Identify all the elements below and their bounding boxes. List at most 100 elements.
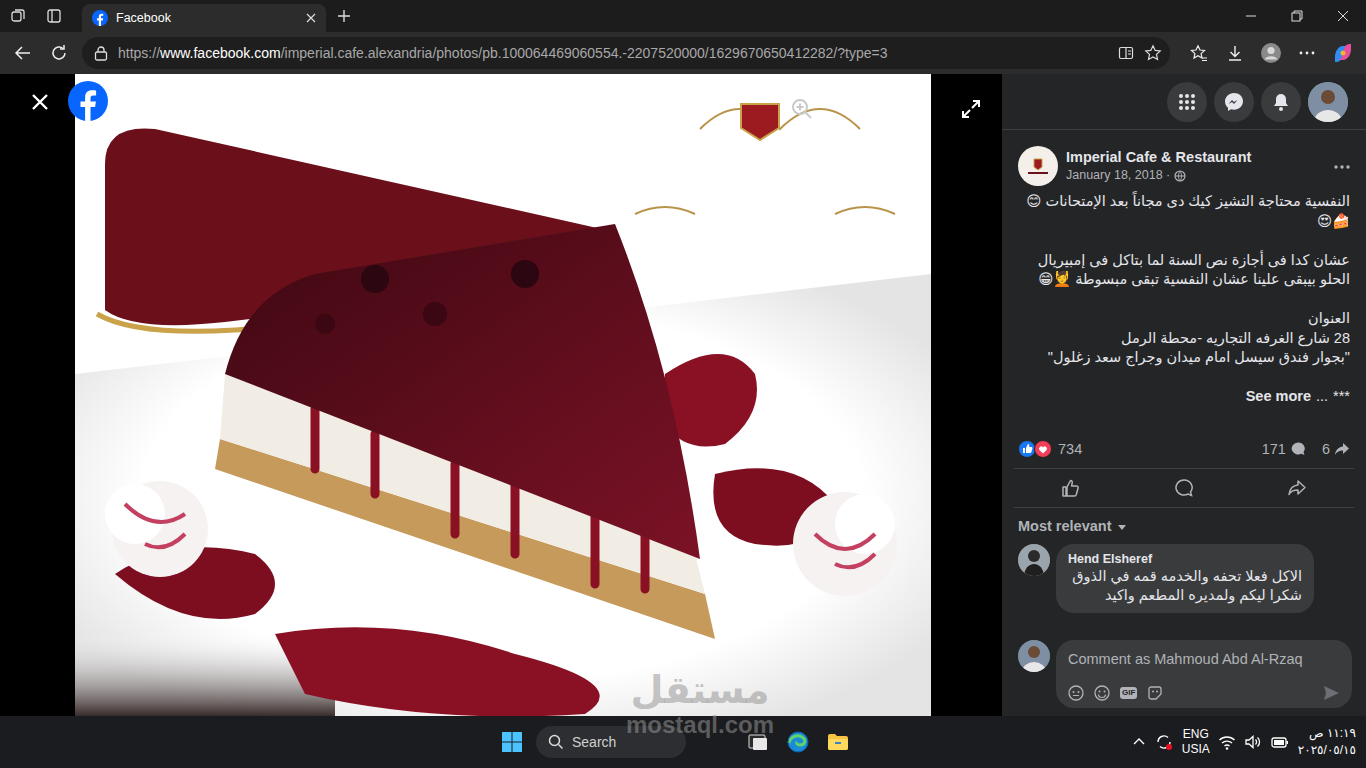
share-count: 6	[1322, 439, 1330, 461]
gif-button[interactable]: GIF	[1120, 687, 1137, 699]
minimize-icon[interactable]	[1228, 0, 1274, 32]
file-explorer-icon[interactable]	[818, 722, 858, 762]
post-header: Imperial Cafe & Restaurant January 18, 2…	[1002, 130, 1366, 192]
copilot-icon[interactable]	[1326, 37, 1360, 69]
input-language[interactable]: ENG USIA	[1182, 727, 1210, 757]
post-photo[interactable]	[75, 74, 931, 716]
post-options-icon[interactable]	[1332, 154, 1352, 178]
wifi-icon[interactable]	[1218, 733, 1236, 751]
comment-count: 171	[1262, 439, 1286, 461]
facebook-logo-icon[interactable]	[68, 81, 108, 121]
clock[interactable]: ١١:١٩ ص ٢٠٢٥/٠٥/١٥	[1298, 725, 1356, 759]
comments-count[interactable]: 171	[1262, 439, 1306, 461]
comment-text: الاكل فعلا تحفه والخدمه قمه في الذوق شكر…	[1068, 567, 1302, 605]
shares-count[interactable]: 6	[1322, 439, 1350, 461]
facebook-favicon-icon	[92, 10, 108, 26]
like-button[interactable]	[1014, 469, 1127, 507]
taskbar-search[interactable]: Search	[536, 726, 686, 758]
address-bar[interactable]: https://www.facebook.com/imperial.cafe.a…	[82, 37, 1170, 69]
restore-icon[interactable]	[1274, 0, 1320, 32]
watermark-logo: مستقل	[600, 668, 800, 712]
split-screen-icon[interactable]	[1118, 45, 1134, 61]
comment-sort[interactable]: Most relevant	[1002, 508, 1366, 544]
notifications-bell-icon[interactable]	[1261, 82, 1301, 122]
post-paragraph: عشان كدا فى أجازة نص السنة لما بتاكل فى …	[1018, 251, 1350, 290]
battery-icon[interactable]	[1270, 733, 1290, 751]
emoji-icon[interactable]	[1094, 685, 1110, 701]
sticker-icon[interactable]	[1147, 685, 1163, 701]
close-viewer-icon[interactable]	[28, 89, 52, 113]
comment-list: Hend Elsherefالاكل فعلا تحفه والخدمه قمه…	[1002, 544, 1366, 632]
watermark-url: mostaql.com	[600, 712, 800, 738]
photo-viewer	[0, 74, 1002, 716]
messenger-icon[interactable]	[1214, 82, 1254, 122]
lock-icon[interactable]	[94, 45, 108, 61]
comment-icon[interactable]	[1174, 478, 1194, 498]
zoom-icon[interactable]	[790, 96, 814, 120]
post-panel: Imperial Cafe & Restaurant January 18, 2…	[1002, 74, 1366, 716]
account-avatar-icon[interactable]	[1308, 82, 1348, 122]
favorite-star-icon[interactable]	[1144, 44, 1162, 62]
commenter-avatar-icon[interactable]	[1018, 544, 1050, 576]
comment-button[interactable]	[1127, 469, 1240, 507]
url-host: www.facebook.com	[160, 45, 281, 61]
reactions[interactable]: 734	[1018, 439, 1082, 461]
downloads-icon[interactable]	[1218, 37, 1252, 69]
edge-browser-icon[interactable]	[778, 722, 818, 762]
fullscreen-icon[interactable]	[959, 96, 983, 120]
composer-tools: GIF	[1068, 674, 1340, 702]
comment-bubble-icon	[1290, 441, 1306, 457]
tab-actions-icon[interactable]	[36, 0, 72, 32]
post-date[interactable]: January 18, 2018 ·	[1066, 167, 1170, 184]
my-avatar-icon[interactable]	[1018, 640, 1050, 672]
tab-title[interactable]: Facebook	[116, 9, 298, 28]
close-window-icon[interactable]	[1320, 0, 1366, 32]
workspaces-icon[interactable]	[0, 0, 36, 32]
post-line: العنوان	[1018, 309, 1350, 329]
reactions-summary: 734 171 6	[1002, 407, 1366, 469]
comment-bubble: Hend Elsherefالاكل فعلا تحفه والخدمه قمه…	[1056, 544, 1314, 613]
sort-label[interactable]: Most relevant	[1018, 516, 1111, 538]
post-line: "بجوار فندق سيسل امام ميدان وجراج سعد زغ…	[1018, 348, 1350, 368]
search-icon	[548, 734, 564, 750]
tab-strip: Facebook	[0, 0, 1366, 32]
page-avatar-icon[interactable]	[1018, 146, 1058, 186]
close-tab-icon[interactable]	[306, 13, 316, 23]
dropdown-caret-icon[interactable]	[1117, 522, 1127, 532]
comment: Hend Elsherefالاكل فعلا تحفه والخدمه قمه…	[1018, 544, 1350, 613]
ellipsis: ...	[1316, 387, 1328, 407]
menu-grid-icon[interactable]	[1167, 82, 1207, 122]
system-tray: ENG USIA ١١:١٩ ص ٢٠٢٥/٠٥/١٥	[1132, 725, 1356, 759]
show-hidden-icons-icon[interactable]	[1132, 735, 1146, 749]
address-text[interactable]: https://www.facebook.com/imperial.cafe.a…	[118, 43, 1108, 64]
browser-tab[interactable]: Facebook	[82, 4, 326, 32]
volume-icon[interactable]	[1244, 733, 1262, 751]
back-icon[interactable]	[6, 37, 40, 69]
share-button[interactable]	[1241, 469, 1354, 507]
favorites-icon[interactable]	[1182, 37, 1216, 69]
post-text-tail: ***	[1333, 387, 1350, 407]
like-love-reaction-icon	[1018, 440, 1054, 458]
sync-icon[interactable]	[1154, 732, 1174, 752]
facebook-top-bar	[1002, 74, 1366, 130]
more-icon[interactable]	[1290, 37, 1324, 69]
windows-start-icon[interactable]	[492, 722, 532, 762]
new-tab-icon[interactable]	[326, 0, 362, 32]
post-actions	[1014, 468, 1354, 508]
page-name[interactable]: Imperial Cafe & Restaurant	[1066, 148, 1324, 167]
profile-icon[interactable]	[1254, 37, 1288, 69]
send-icon[interactable]	[1322, 684, 1340, 702]
thumbs-up-icon[interactable]	[1061, 478, 1081, 498]
avatar-sticker-icon[interactable]	[1068, 685, 1084, 701]
comment-composer: GIF	[1002, 632, 1366, 716]
url-scheme: https://	[118, 45, 160, 61]
app-window-icon[interactable]	[738, 722, 778, 762]
share-icon[interactable]	[1287, 478, 1307, 498]
post-line: 28 شارع الغرفه التجاريه -محطة الرمل	[1018, 329, 1350, 349]
reaction-count: 734	[1058, 439, 1082, 461]
see-more-link[interactable]: See more	[1246, 387, 1311, 407]
comment-author[interactable]: Hend Elsheref	[1068, 551, 1302, 567]
reload-icon[interactable]	[42, 37, 76, 69]
comment-input[interactable]	[1068, 646, 1340, 674]
post-paragraph: النفسية محتاجة التشيز كيك دى مجاناً بعد …	[1018, 192, 1350, 231]
